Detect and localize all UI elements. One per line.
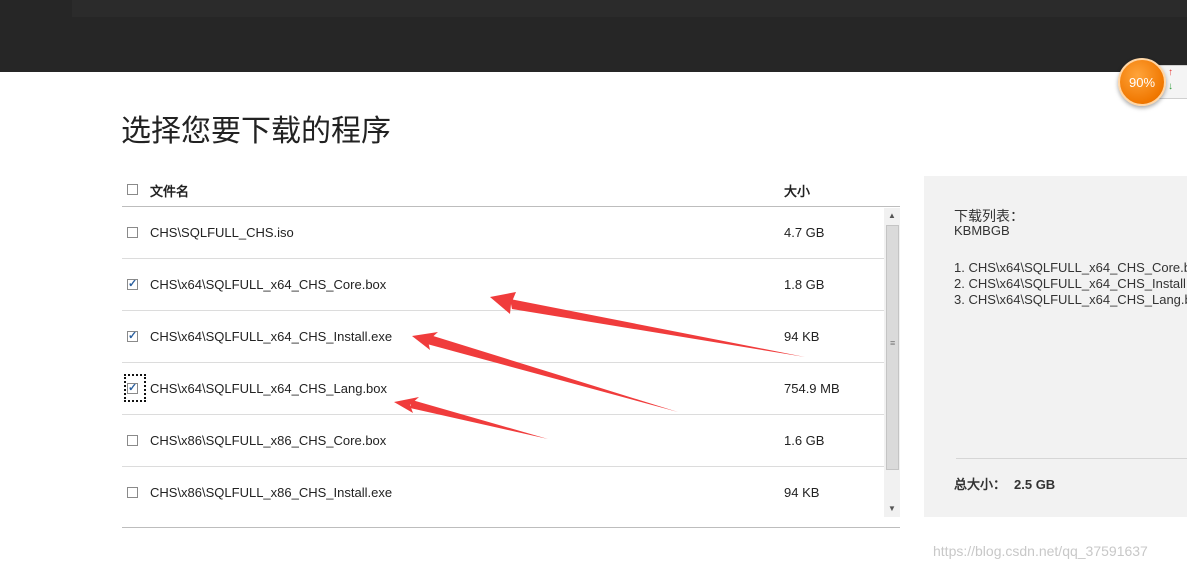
download-list-units: KBMBGB xyxy=(954,223,1010,238)
file-row[interactable]: CHS\x86\SQLFULL_x86_CHS_Core.box 1.6 GB xyxy=(122,415,884,467)
download-list-panel: 下载列表： KBMBGB 1. CHS\x64\SQLFULL_x64_CHS_… xyxy=(924,176,1187,517)
scroll-down-arrow-icon[interactable]: ▼ xyxy=(884,501,900,517)
network-speed-meter[interactable]: 90% ↑ ↓ xyxy=(1116,56,1187,108)
download-list-item: 2. CHS\x64\SQLFULL_x64_CHS_Install.exe xyxy=(954,276,1187,291)
grip-icon: ≡ xyxy=(890,338,896,348)
file-checkbox[interactable] xyxy=(127,277,138,290)
file-row[interactable]: CHS\x86\SQLFULL_x86_CHS_Install.exe 94 K… xyxy=(122,467,884,519)
file-size: 754.9 MB xyxy=(784,381,840,396)
file-name: CHS\x86\SQLFULL_x86_CHS_Install.exe xyxy=(150,485,393,500)
download-arrow-icon: ↓ xyxy=(1168,81,1173,92)
file-checkbox[interactable] xyxy=(127,329,138,342)
download-list-item: 1. CHS\x64\SQLFULL_x64_CHS_Core.box xyxy=(954,260,1187,275)
column-header-size: 大小 xyxy=(784,184,811,199)
select-all-checkbox[interactable] xyxy=(127,184,138,195)
total-size-label: 总大小： xyxy=(954,477,1007,492)
file-checkbox[interactable] xyxy=(127,435,138,446)
file-row[interactable]: CHS\SQLFULL_CHS.iso 4.7 GB xyxy=(122,207,884,259)
panel-divider xyxy=(956,458,1187,459)
page-title: 选择您要下载的程序 xyxy=(121,115,391,148)
top-header-bar xyxy=(0,0,1187,72)
watermark: https://blog.csdn.net/qq_37591637 xyxy=(933,543,1148,559)
progress-meter-circle[interactable]: 90% xyxy=(1118,58,1166,106)
file-row[interactable]: CHS\x64\SQLFULL_x64_CHS_Lang.box 754.9 M… xyxy=(122,363,884,415)
upload-arrow-icon: ↑ xyxy=(1168,67,1173,78)
download-list-item: 3. CHS\x64\SQLFULL_x64_CHS_Lang.box xyxy=(954,292,1187,307)
file-name: CHS\SQLFULL_CHS.iso xyxy=(150,225,294,240)
file-row[interactable]: CHS\x64\SQLFULL_x64_CHS_Core.box 1.8 GB xyxy=(122,259,884,311)
column-header-name: 文件名 xyxy=(150,184,190,199)
file-size: 94 KB xyxy=(784,329,820,344)
file-row[interactable]: CHS\x64\SQLFULL_x64_CHS_Install.exe 94 K… xyxy=(122,311,884,363)
file-size: 4.7 GB xyxy=(784,225,825,240)
file-checkbox[interactable] xyxy=(127,487,138,498)
file-name: CHS\x86\SQLFULL_x86_CHS_Core.box xyxy=(150,433,387,448)
download-list-items: 1. CHS\x64\SQLFULL_x64_CHS_Core.box 2. C… xyxy=(954,260,1187,308)
file-size: 1.6 GB xyxy=(784,433,825,448)
file-name: CHS\x64\SQLFULL_x64_CHS_Lang.box xyxy=(150,381,388,396)
total-size: 总大小： 2.5 GB xyxy=(954,474,1055,493)
total-size-value: 2.5 GB xyxy=(1014,477,1056,492)
top-header-strip xyxy=(72,0,1187,17)
scroll-thumb[interactable]: ≡ xyxy=(886,225,899,470)
file-size: 94 KB xyxy=(784,485,820,500)
file-name: CHS\x64\SQLFULL_x64_CHS_Core.box xyxy=(150,277,387,292)
file-list-scrollbar[interactable]: ▲ ≡ ▼ xyxy=(884,208,900,517)
checkbox-focus-ring xyxy=(124,374,146,402)
table-bottom-divider xyxy=(122,527,900,528)
file-name: CHS\x64\SQLFULL_x64_CHS_Install.exe xyxy=(150,329,393,344)
scroll-up-arrow-icon[interactable]: ▲ xyxy=(884,208,900,224)
file-checkbox[interactable] xyxy=(127,227,138,238)
file-size: 1.8 GB xyxy=(784,277,825,292)
